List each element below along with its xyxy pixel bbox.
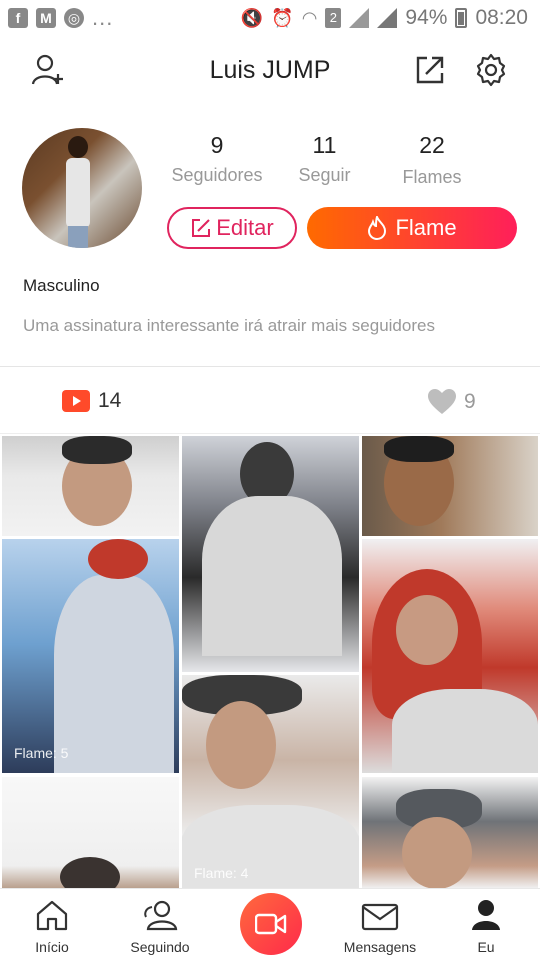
stat-value: 9: [210, 132, 224, 158]
video-play-icon: [62, 390, 90, 412]
content-tabs: 14 9: [0, 367, 540, 433]
sim-badge: 2: [325, 8, 342, 28]
flame-icon: [368, 216, 387, 240]
following-icon: [144, 900, 178, 931]
avatar[interactable]: [22, 128, 142, 248]
settings-button[interactable]: [471, 50, 511, 90]
bottom-nav: Início Seguindo Mensagens Eu: [0, 888, 540, 960]
video-thumbnail[interactable]: [362, 436, 538, 536]
stat-label: Flames: [402, 167, 462, 187]
flame-count-label: Flame: 4: [194, 865, 249, 881]
mail-icon: [361, 903, 399, 931]
thumbnail-face: [206, 701, 276, 789]
video-thumbnail[interactable]: [2, 777, 179, 888]
heart-icon: [428, 389, 456, 414]
video-thumbnail[interactable]: Flame: 5: [2, 539, 179, 773]
signature-text[interactable]: Uma assinatura interessante irá atrair m…: [23, 316, 435, 336]
videos-count: 14: [98, 389, 122, 412]
page-title: Luis JUMP: [209, 55, 331, 84]
profile-stats: 9 Seguidores 11 Seguir 22 Flames: [167, 132, 522, 188]
stat-label: Seguidores: [171, 165, 263, 185]
edit-icon: [192, 219, 211, 237]
user-icon: [472, 900, 500, 930]
share-icon: [416, 56, 444, 84]
avatar-figure-body: [66, 158, 90, 228]
facebook-icon: f: [8, 8, 28, 28]
stat-flames[interactable]: 22 Flames: [382, 132, 482, 188]
nav-me[interactable]: Eu: [436, 889, 536, 961]
clock: 08:20: [475, 6, 528, 29]
video-grid: Flame: 5 Flame: 4: [0, 436, 540, 888]
flame-button[interactable]: Flame: [307, 207, 517, 249]
share-button[interactable]: [410, 50, 450, 90]
thumbnail-face: [88, 539, 148, 579]
tabs-divider: [0, 433, 540, 434]
status-bar: f M ◎ ... 🔇 ⏰ ◠ 2 94% 08:20: [0, 0, 540, 36]
nav-following[interactable]: Seguindo: [110, 889, 210, 961]
flame-count-label: Flame: 5: [14, 745, 69, 761]
camera-icon: [255, 913, 287, 935]
thumbnail-shirt: [202, 496, 342, 656]
wifi-icon: ◠: [301, 7, 318, 28]
avatar-figure-legs: [68, 226, 88, 248]
more-notifications: ...: [92, 5, 114, 30]
nav-label: Mensagens: [343, 939, 417, 955]
nav-messages[interactable]: Mensagens: [330, 889, 430, 961]
settings-icon: [476, 53, 506, 87]
video-thumbnail[interactable]: [362, 539, 538, 773]
tab-videos[interactable]: 14: [62, 389, 121, 413]
video-thumbnail[interactable]: [362, 777, 538, 888]
status-right: 🔇 ⏰ ◠ 2 94% 08:20: [241, 6, 528, 30]
nav-home[interactable]: Início: [2, 889, 102, 961]
header: Luis JUMP: [0, 36, 540, 104]
flame-label: Flame: [395, 215, 457, 240]
thumbnail-hair: [62, 436, 132, 464]
edit-profile-button[interactable]: Editar: [167, 207, 297, 249]
edit-label: Editar: [216, 215, 274, 240]
add-user-icon: [31, 54, 63, 85]
video-thumbnail[interactable]: Flame: 4: [182, 675, 359, 888]
stat-followers[interactable]: 9 Seguidores: [167, 132, 267, 188]
thumbnail-shirt: [54, 575, 174, 773]
stat-label: Seguir: [298, 165, 351, 185]
gmail-icon: M: [36, 8, 56, 28]
profile-section: 9 Seguidores 11 Seguir 22 Flames Editar …: [22, 128, 522, 249]
record-button[interactable]: [240, 893, 302, 955]
stat-value: 22: [419, 132, 445, 158]
avatar-figure-head: [68, 136, 88, 158]
mute-icon: 🔇: [240, 7, 264, 28]
add-user-button[interactable]: [28, 50, 68, 90]
thumbnail-shirt: [392, 689, 538, 773]
signal-icon-2: [377, 8, 398, 28]
chrome-icon: ◎: [64, 8, 84, 28]
stat-value: 11: [312, 132, 337, 158]
home-icon: [36, 900, 68, 931]
tab-likes[interactable]: 9: [428, 389, 476, 415]
likes-count: 9: [464, 390, 476, 413]
signal-icon: [349, 8, 370, 28]
nav-label: Início: [35, 939, 69, 955]
nav-label: Eu: [477, 939, 495, 955]
nav-label: Seguindo: [130, 939, 190, 955]
status-left: f M ◎ ...: [8, 5, 113, 31]
stat-following[interactable]: 11 Seguir: [275, 132, 375, 188]
video-thumbnail[interactable]: [2, 436, 179, 536]
thumbnail-face: [396, 595, 458, 665]
battery-percent: 94%: [405, 6, 448, 29]
alarm-icon: ⏰: [271, 7, 294, 28]
thumbnail-face: [402, 817, 472, 888]
video-thumbnail[interactable]: [182, 436, 359, 672]
thumbnail-hair: [384, 436, 454, 462]
profile-actions: Editar Flame: [167, 207, 517, 249]
battery-icon: [455, 8, 468, 28]
thumbnail-face: [60, 857, 120, 888]
gender-text: Masculino: [23, 276, 100, 295]
